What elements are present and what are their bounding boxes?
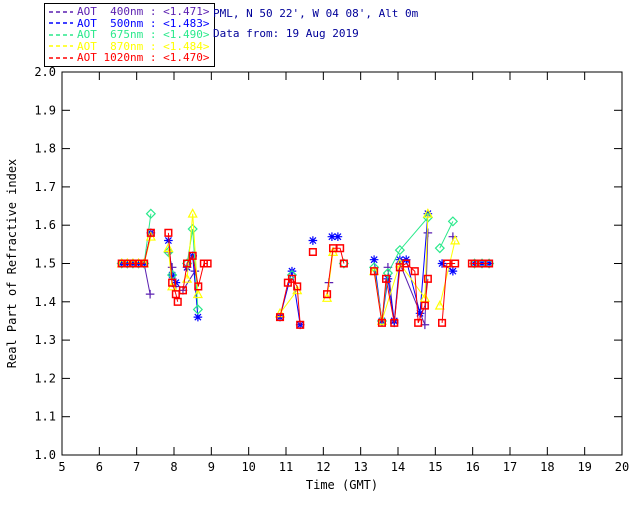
y-axis-label: Real Part of Refractive index [5,159,19,369]
legend-label-1020nm: AOT 1020nm : <1.470> [77,51,210,65]
legend-dash-870nm [49,45,73,47]
legend-item-400nm: AOT 400nm : <1.471> [48,6,209,18]
y-tick-label: 1.4 [34,295,56,309]
data-point [145,289,155,299]
data-point [308,236,318,245]
y-tick-label: 1.1 [34,410,56,424]
x-tick-label: 16 [465,460,479,474]
legend-dash-400nm [49,11,73,13]
series-aot-500nm [117,209,494,330]
legend-dash-500nm [49,22,73,24]
legend-label-400nm: AOT 400nm : <1.471> [77,5,210,19]
legend-label-870nm: AOT 870nm : <1.484> [77,39,210,53]
header-location: PML, N 50 22', W 04 08', Alt 0m [213,7,419,20]
legend-item-1020nm: AOT 1020nm : <1.470> [48,52,209,64]
y-tick-label: 1.9 [34,103,56,117]
y-tick-label: 1.2 [34,371,56,385]
x-tick-label: 5 [58,460,65,474]
data-point [423,228,433,238]
x-tick-label: 10 [241,460,255,474]
x-tick-label: 14 [391,460,405,474]
legend-dash-675nm [49,34,73,36]
y-tick-label: 1.6 [34,218,56,232]
x-tick-label: 9 [208,460,215,474]
y-tick-label: 1.7 [34,180,56,194]
x-tick-label: 19 [577,460,591,474]
data-point [447,216,459,227]
legend-dash-1020nm [49,57,73,59]
y-tick-label: 2.0 [34,65,56,79]
y-tick-label: 1.8 [34,142,56,156]
data-point [450,234,461,245]
data-point [308,247,317,257]
series-aot-1020nm [117,228,494,329]
header-date: Data from: 19 Aug 2019 [213,27,359,40]
refractive-index-plot-window: 5 6 7 8 9 10 11 12 13 14 15 16 17 18 19 20 1.0 1.1 1.2 1.3 1… [0,0,640,512]
x-tick-label: 7 [133,460,140,474]
legend-label-675nm: AOT 675nm : <1.490> [77,28,210,42]
x-tick-label: 13 [353,460,367,474]
axes: 5 6 7 8 9 10 11 12 13 14 15 16 17 18 19 20 1.0 1.1 1.2 1.3 1… [5,65,629,492]
x-tick-label: 6 [96,460,103,474]
x-axis-label: Time (GMT) [306,478,378,492]
y-tick-label: 1.3 [34,333,56,347]
legend-item-675nm: AOT 675nm : <1.490> [48,29,209,41]
y-tick-label: 1.5 [34,257,56,271]
x-tick-label: 11 [279,460,293,474]
data-point [448,266,458,276]
y-tick-label: 1.0 [34,448,56,462]
x-tick-label: 18 [540,460,554,474]
x-tick-label: 17 [503,460,517,474]
chart-legend: AOT 400nm : <1.471> AOT 500nm : <1.483> … [44,3,216,67]
x-tick-label: 8 [170,460,177,474]
data-point [333,232,343,241]
data-point [173,297,182,306]
refractive-index-chart: 5 6 7 8 9 10 11 12 13 14 15 16 17 18 19 20 1.0 1.1 1.2 1.3 1… [5,65,629,492]
legend-label-500nm: AOT 500nm : <1.483> [77,16,210,30]
x-tick-label: 20 [615,460,629,474]
x-tick-label: 12 [316,460,330,474]
x-tick-label: 15 [428,460,442,474]
